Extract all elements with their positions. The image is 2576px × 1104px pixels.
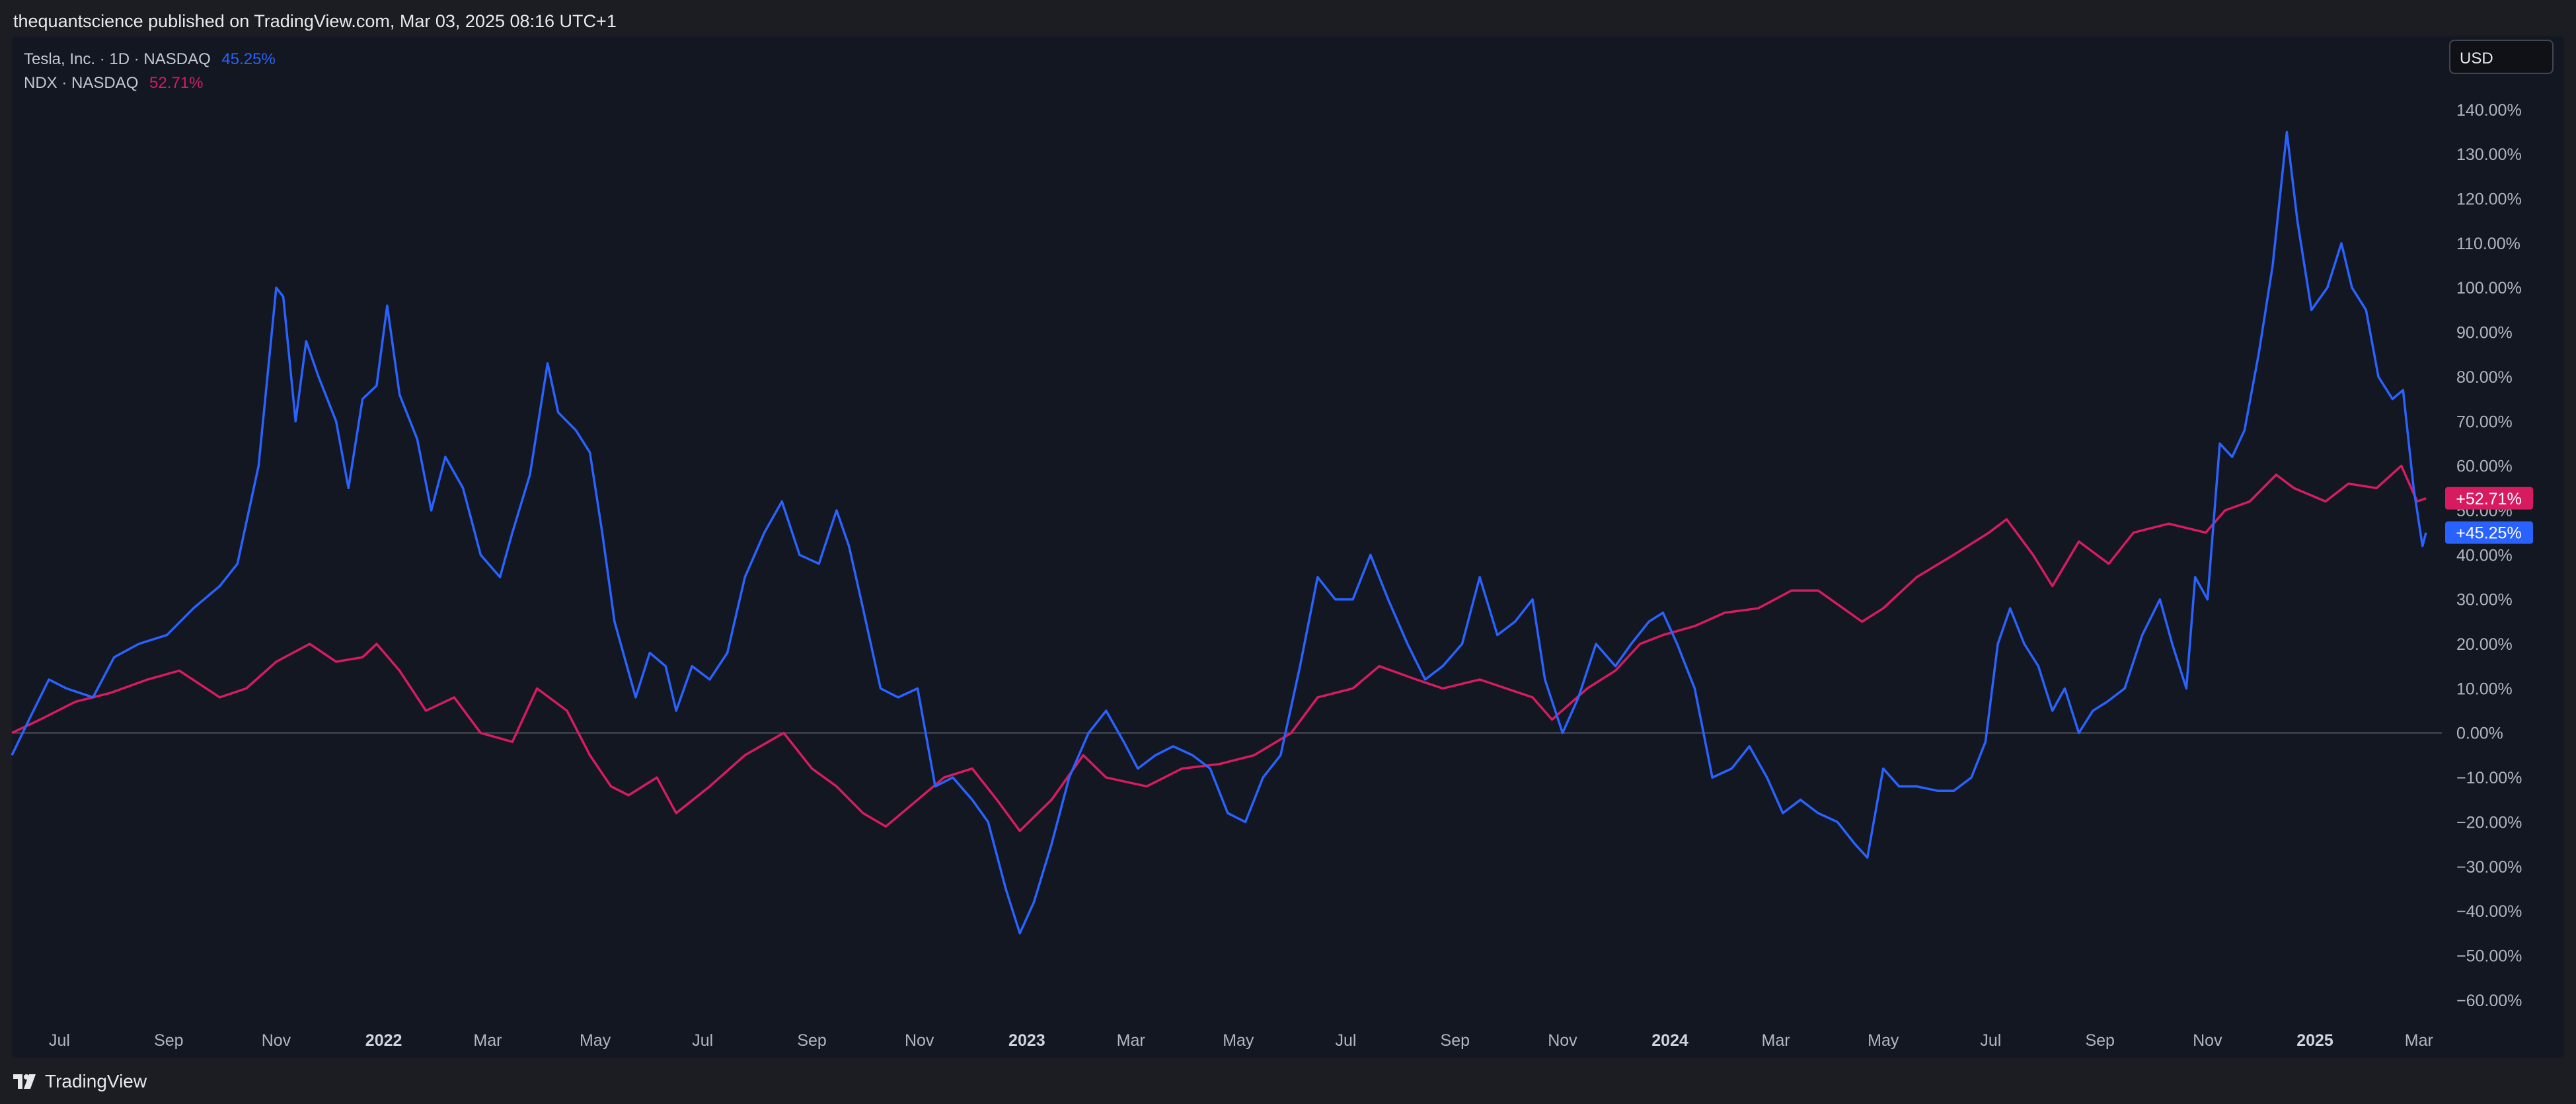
y-tick-label: 90.00% [2456, 324, 2513, 342]
x-tick-label: May [580, 1031, 611, 1050]
y-tick-label: −40.00% [2456, 902, 2522, 921]
y-axis: 140.00% 130.00% 120.00% 110.00% 100.00% 90.00… [2456, 101, 2522, 1010]
x-tick-label: 2023 [1008, 1031, 1045, 1050]
x-tick-label: Mar [1762, 1031, 1790, 1050]
x-axis: Jul Sep Nov 2022 Mar May Jul Sep Nov 2023 Mar May Ju… [49, 1031, 2433, 1050]
footer-bar: TradingView [0, 1058, 2576, 1104]
x-tick-label: May [1868, 1031, 1899, 1050]
tradingview-logo-icon [13, 1074, 36, 1089]
x-tick-label: Mar [1117, 1031, 1145, 1050]
x-tick-label: Nov [262, 1031, 291, 1050]
x-tick-label: 2025 [2296, 1031, 2333, 1050]
legend-row-ndx[interactable]: NDX · NASDAQ 52.71% [24, 71, 276, 95]
brand-text: TradingView [45, 1071, 147, 1091]
legend-value-ndx: 52.71% [149, 74, 204, 92]
legend-row-tesla[interactable]: Tesla, Inc. · 1D · NASDAQ 45.25% [24, 48, 276, 71]
x-tick-label: Sep [2085, 1031, 2114, 1050]
y-tick-label: 130.00% [2456, 145, 2522, 164]
x-tick-label: Nov [2193, 1031, 2222, 1050]
last-value-text: +45.25% [2456, 524, 2521, 543]
y-tick-label: −50.00% [2456, 947, 2522, 966]
x-tick-label: 2022 [365, 1031, 402, 1050]
series-line-1[interactable] [11, 464, 2427, 832]
y-tick-label: 70.00% [2456, 413, 2513, 431]
y-tick-label: 0.00% [2456, 725, 2503, 743]
x-tick-label: Sep [154, 1031, 183, 1050]
legend-value-tesla: 45.25% [221, 50, 276, 68]
y-tick-label: 120.00% [2456, 190, 2522, 209]
x-tick-label: Jul [1980, 1031, 2001, 1050]
y-tick-label: 30.00% [2456, 591, 2513, 610]
legend-name-tesla: Tesla, Inc. · 1D · NASDAQ [24, 50, 211, 68]
y-tick-label: 20.00% [2456, 635, 2513, 654]
y-tick-label: −10.00% [2456, 769, 2522, 787]
y-tick-label: 10.00% [2456, 680, 2513, 698]
x-tick-label: Jul [1335, 1031, 1356, 1050]
y-tick-label: 80.00% [2456, 368, 2513, 387]
y-tick-label: 100.00% [2456, 279, 2522, 297]
y-tick-label: 140.00% [2456, 101, 2522, 120]
x-tick-label: Jul [49, 1031, 70, 1050]
x-tick-label: 2024 [1651, 1031, 1688, 1050]
y-tick-label: −30.00% [2456, 858, 2522, 877]
tradingview-brand[interactable]: TradingView [13, 1071, 147, 1092]
currency-button[interactable]: USD [2449, 40, 2554, 74]
x-tick-label: Sep [797, 1031, 826, 1050]
y-tick-label: 60.00% [2456, 457, 2513, 476]
series-legend: Tesla, Inc. · 1D · NASDAQ 45.25% NDX · N… [24, 48, 276, 95]
y-tick-label: 110.00% [2456, 235, 2520, 253]
last-value-text: +52.71% [2456, 490, 2521, 508]
y-tick-label: −20.00% [2456, 813, 2522, 832]
y-tick-label: −60.00% [2456, 992, 2522, 1010]
plot-area [11, 130, 2442, 935]
x-tick-label: Mar [2405, 1031, 2433, 1050]
x-tick-label: Mar [473, 1031, 502, 1050]
x-tick-label: Nov [905, 1031, 934, 1050]
x-tick-label: Nov [1548, 1031, 1577, 1050]
x-tick-label: May [1223, 1031, 1254, 1050]
chart-svg: 140.00% 130.00% 120.00% 110.00% 100.00% 90.00… [11, 101, 2533, 1050]
legend-name-ndx: NDX · NASDAQ [24, 74, 139, 92]
y-tick-label: 40.00% [2456, 546, 2513, 565]
x-tick-label: Jul [692, 1031, 713, 1050]
series-line-0[interactable] [11, 130, 2427, 935]
x-tick-label: Sep [1441, 1031, 1470, 1050]
